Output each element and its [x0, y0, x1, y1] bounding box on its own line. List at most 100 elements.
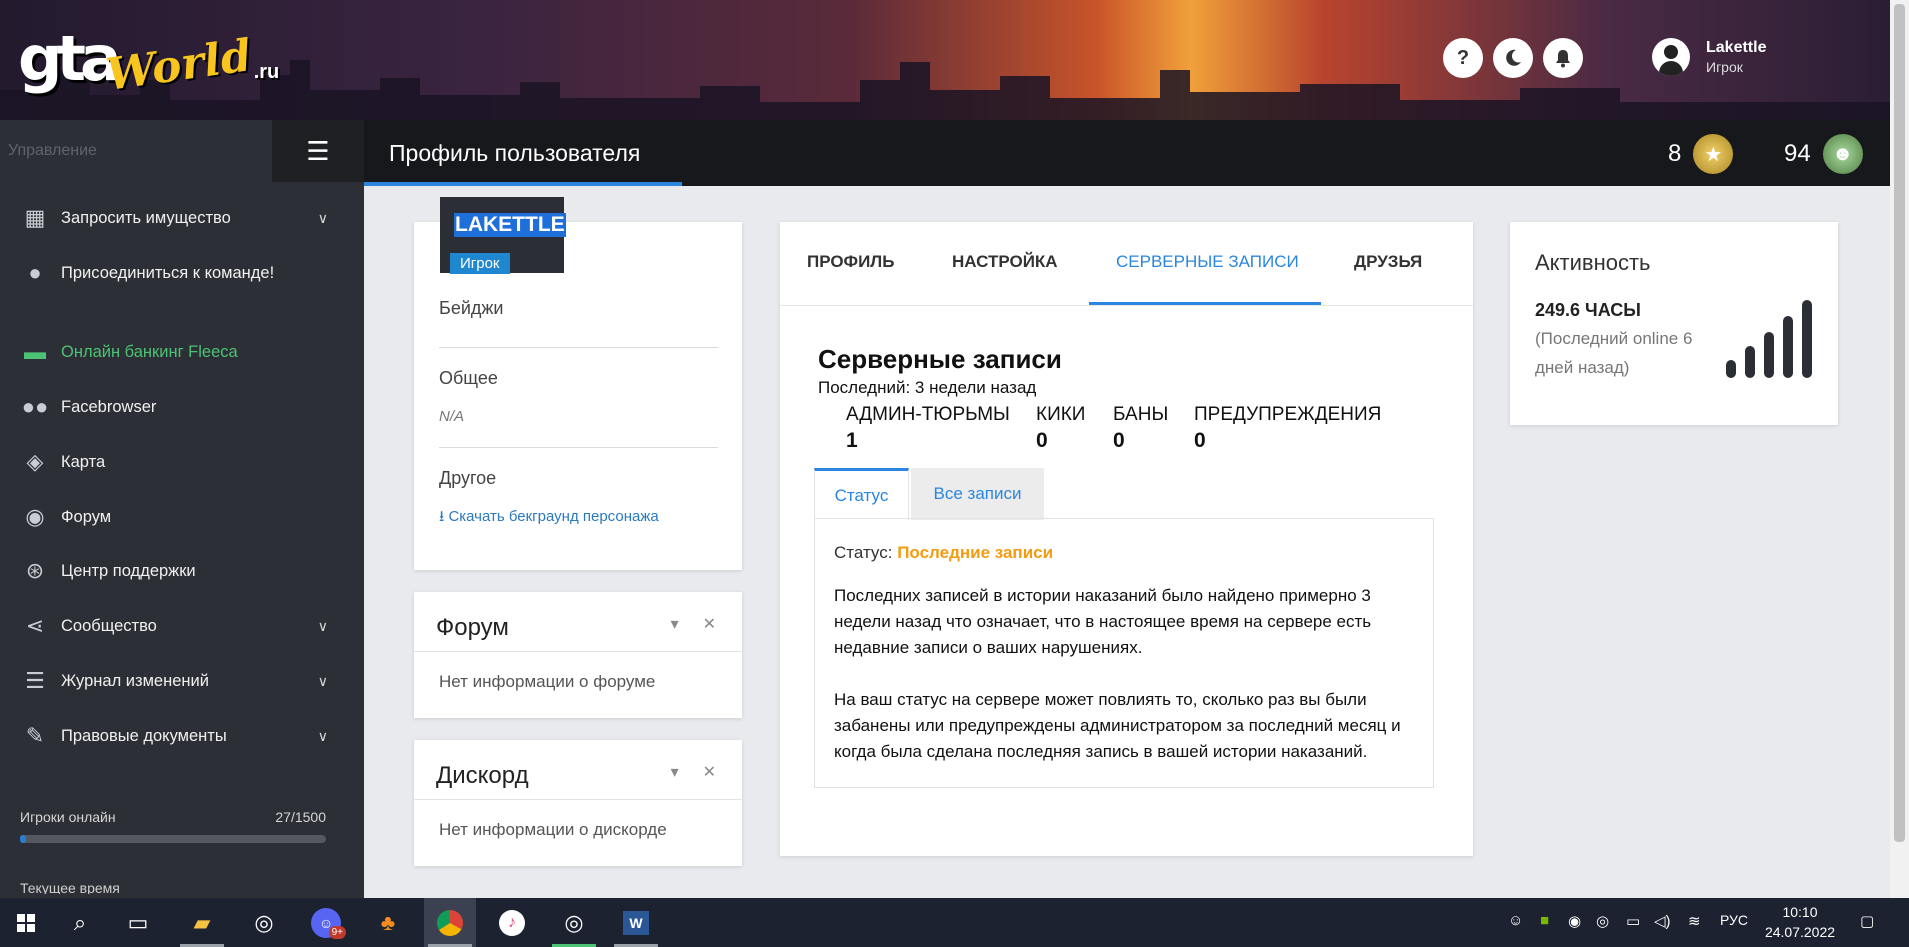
subtab-all-records[interactable]: Все записи: [911, 468, 1044, 520]
help-icon[interactable]: ?: [1443, 38, 1483, 78]
collapse-caret-icon[interactable]: ▾: [671, 764, 679, 781]
sidebar-item-forum[interactable]: ◉ Форум: [0, 497, 364, 537]
profile-tabs: ПРОФИЛЬ НАСТРОЙКА СЕРВЕРНЫЕ ЗАПИСИ ДРУЗЬ…: [780, 222, 1473, 306]
stat-label: КИКИ: [1036, 404, 1086, 425]
score-badge-right: 94 ☻: [1784, 134, 1863, 174]
hamburger-menu-icon[interactable]: ☰: [272, 120, 364, 182]
user-tie-icon: ●: [28, 260, 42, 285]
user-role-badge: Игрок: [450, 253, 510, 274]
general-value: N/A: [439, 408, 465, 425]
page-scrollbar[interactable]: [1890, 0, 1909, 898]
sidebar-item-community[interactable]: ⋖ Сообщество ∨: [0, 606, 364, 646]
building-icon: ▦: [24, 205, 46, 230]
activity-title: Активность: [1535, 250, 1651, 275]
sidebar-item-label: Запросить имущество: [61, 208, 231, 227]
sidebar-item-legal-docs[interactable]: ✎ Правовые документы ∨: [0, 716, 364, 756]
itunes-icon[interactable]: ♪: [486, 898, 538, 947]
tab-server-records[interactable]: СЕРВЕРНЫЕ ЗАПИСИ: [1116, 252, 1299, 272]
file-explorer-icon[interactable]: ▰: [176, 898, 228, 947]
volume-icon[interactable]: ◁): [1654, 912, 1671, 930]
tab-profile[interactable]: ПРОФИЛЬ: [807, 252, 894, 272]
chevron-down-icon: ∨: [317, 617, 328, 634]
share-icon: ⋖: [25, 613, 45, 638]
sidebar-item-support[interactable]: ⊛ Центр поддержки: [0, 551, 364, 591]
wifi-icon[interactable]: ≋: [1688, 912, 1701, 930]
windows-start-icon[interactable]: [0, 898, 52, 947]
forum-card-body: Нет информации о форуме: [439, 672, 656, 691]
discord-tray-icon[interactable]: ☺: [1508, 912, 1523, 929]
steam-tray-icon[interactable]: ◎: [1596, 912, 1609, 930]
task-view-icon[interactable]: ▭: [112, 898, 164, 947]
activity-card: Активность 249.6 ЧАСЫ (Последний online …: [1510, 222, 1838, 425]
sidebar-item-fleeca-banking[interactable]: ▬ Онлайн банкинг Fleeca: [0, 332, 364, 372]
scrollbar-thumb[interactable]: [1894, 4, 1905, 842]
last-record-text: Последний: 3 недели назад: [818, 378, 1037, 397]
sidebar-item-map[interactable]: ◈ Карта: [0, 442, 364, 482]
user-menu[interactable]: Lakettle Игрок: [1652, 38, 1766, 76]
signal-bar: [1764, 332, 1774, 378]
stat-admin-jails: АДМИН-ТЮРЬМЫ 1: [846, 404, 1010, 453]
username: LAKETTLE: [454, 213, 566, 237]
server-records-panel: ПРОФИЛЬ НАСТРОЙКА СЕРВЕРНЫЕ ЗАПИСИ ДРУЗЬ…: [780, 222, 1473, 856]
title-underline: [364, 182, 682, 186]
tab-friends[interactable]: ДРУЗЬЯ: [1354, 252, 1422, 272]
sidebar-item-label: Карта: [61, 452, 106, 471]
steam-icon[interactable]: ◎: [238, 898, 290, 947]
fl-studio-icon[interactable]: ♣: [362, 898, 414, 947]
download-background-link[interactable]: ⭳ Скачать бекграунд персонажа: [439, 506, 659, 531]
logo-ru-text: .ru: [253, 61, 280, 83]
gta-world-logo[interactable]: gta World .ru: [18, 14, 280, 101]
search-icon[interactable]: ⌕: [54, 898, 106, 947]
moon-icon[interactable]: [1493, 38, 1533, 78]
signal-bars-icon: [1726, 300, 1816, 378]
nvidia-tray-icon[interactable]: ■: [1540, 912, 1549, 929]
signal-bar: [1783, 316, 1793, 378]
panda-medal-icon: ☻: [1822, 134, 1863, 174]
stat-kicks: КИКИ 0: [1036, 404, 1085, 453]
status-line: Статус: Последние записи: [834, 543, 1053, 563]
chrome-tray-icon[interactable]: ◉: [1568, 912, 1581, 930]
life-ring-icon: ⊛: [25, 558, 45, 583]
notifications-icon[interactable]: ▢: [1860, 912, 1874, 930]
chrome-icon[interactable]: [424, 898, 476, 947]
comments-icon: ◉: [25, 504, 45, 529]
sidebar-item-label: Facebrowser: [61, 397, 157, 416]
close-icon[interactable]: ✕: [703, 616, 716, 633]
status-paragraph-1: Последних записей в истории наказаний бы…: [834, 586, 1372, 657]
page-title: Профиль пользователя: [389, 140, 641, 166]
sidebar-item-facebrowser[interactable]: ●● Facebrowser: [0, 387, 364, 427]
stat-label: ПРЕДУПРЕЖДЕНИЯ: [1194, 404, 1382, 425]
sidebar-item-request-property[interactable]: ▦ Запросить имущество ∨: [0, 198, 364, 238]
steam-running-icon[interactable]: ◎: [548, 898, 600, 947]
avatar: [1652, 38, 1690, 76]
badges-label: Бейджи: [439, 298, 504, 318]
page-titlebar: Профиль пользователя 8 ★ 94 ☻: [364, 120, 1890, 186]
stat-bans: БАНЫ 0: [1113, 404, 1168, 453]
discord-icon[interactable]: ☺ 9+: [300, 898, 352, 947]
stat-value: 0: [1194, 429, 1206, 452]
sidebar-item-changelog[interactable]: ☰ Журнал изменений ∨: [0, 661, 364, 701]
language-indicator[interactable]: РУС: [1720, 912, 1748, 928]
collapse-caret-icon[interactable]: ▾: [671, 616, 679, 633]
taskbar-clock[interactable]: 10:10 24.07.2022: [1760, 902, 1840, 942]
bell-icon[interactable]: [1543, 38, 1583, 78]
battery-icon[interactable]: ▭: [1626, 912, 1640, 930]
header-banner: gta World .ru ? Lakettle Игрок: [0, 0, 1890, 120]
active-tab-underline: [1089, 302, 1321, 305]
subtab-status[interactable]: Статус: [814, 468, 909, 520]
logo-world-text: World: [102, 30, 255, 101]
discord-card-title: Дискорд: [436, 762, 529, 789]
word-icon[interactable]: W: [610, 898, 662, 947]
close-icon[interactable]: ✕: [703, 764, 716, 781]
tab-settings[interactable]: НАСТРОЙКА: [952, 252, 1058, 272]
players-progress-fill: [20, 835, 27, 843]
users-icon: ●●: [21, 394, 49, 419]
stat-value: 0: [1113, 429, 1125, 452]
sidebar-item-label: Журнал изменений: [61, 671, 209, 690]
windows-taskbar: ⌕ ▭ ▰ ◎ ☺ 9+ ♣ ♪ ◎ W ☺ ■ ◉ ◎ ▭ ◁) ≋ РУС …: [0, 898, 1909, 947]
signal-bar: [1745, 346, 1755, 378]
sidebar-item-join-team[interactable]: ● Присоединиться к команде!: [0, 253, 364, 293]
notification-badge: 9+: [328, 926, 346, 939]
sidebar-item-label: Форум: [61, 507, 112, 526]
medal-icon: ★: [1693, 134, 1734, 174]
